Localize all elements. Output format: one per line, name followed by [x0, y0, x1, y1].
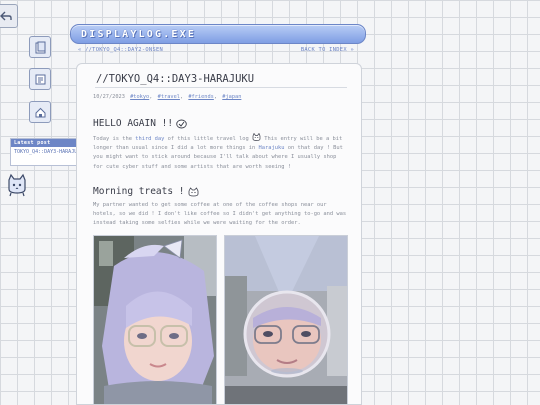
title-divider [95, 87, 347, 88]
log-window: DISPLAYLOG.EXE « //TOKYO_Q4::DAY2-ONSEN … [70, 24, 366, 405]
morning-paragraph: My partner wanted to get some coffee at … [93, 202, 347, 227]
window-title: DISPLAYLOG.EXE [81, 28, 197, 40]
selfie-photo[interactable] [93, 235, 217, 404]
highlight-text: third day [135, 136, 165, 142]
tag-link[interactable]: #travel [158, 94, 180, 100]
post-body: //TOKYO_Q4::DAY3-HARAJUKU 10/27/2023 #to… [76, 63, 362, 405]
section-heading-text: Morning treats ! [93, 186, 185, 197]
post-navigation: « //TOKYO_Q4::DAY2-ONSEN BACK TO INDEX » [78, 47, 354, 57]
notes-icon [35, 74, 45, 84]
home-icon [35, 107, 45, 117]
text-run: Today is the [93, 136, 136, 142]
post-date: 10/27/2023 [93, 94, 125, 100]
tag-link[interactable]: #japan [222, 94, 241, 100]
back-button[interactable] [0, 4, 18, 28]
back-arrow-icon [0, 11, 12, 21]
section-heading-morning: Morning treats ! [93, 186, 199, 197]
prev-post-link[interactable]: « //TOKYO_Q4::DAY2-ONSEN [78, 47, 163, 57]
window-titlebar[interactable]: DISPLAYLOG.EXE [70, 24, 366, 44]
tag-link[interactable]: #friends [188, 94, 214, 100]
folder-icon [35, 41, 45, 53]
fisheye-image [225, 236, 347, 404]
post-meta: 10/27/2023 #tokyo, #travel, #friends, #j… [93, 94, 242, 100]
intro-paragraph: Today is the third day of this little tr… [93, 132, 349, 172]
notes-nav-button[interactable] [29, 68, 51, 90]
checkmark-bubble-icon [176, 119, 187, 128]
cat-mascot-icon [8, 173, 26, 197]
selfie-image [94, 236, 216, 404]
fisheye-photo[interactable] [224, 235, 348, 404]
back-to-index-link[interactable]: BACK TO INDEX » [301, 47, 354, 57]
tag-link[interactable]: #tokyo [130, 94, 149, 100]
post-title: //TOKYO_Q4::DAY3-HARAJUKU [96, 73, 255, 85]
home-nav-button[interactable] [29, 101, 51, 123]
section-heading-text: HELLO AGAIN !! [93, 118, 174, 129]
highlight-text: Harajuku [258, 145, 285, 152]
section-heading-hello: HELLO AGAIN !! [93, 118, 187, 129]
cat-face-icon [188, 186, 198, 196]
cat-face-icon [252, 132, 261, 141]
folder-nav-button[interactable] [29, 36, 51, 58]
text-run: of this little travel log [164, 136, 253, 142]
